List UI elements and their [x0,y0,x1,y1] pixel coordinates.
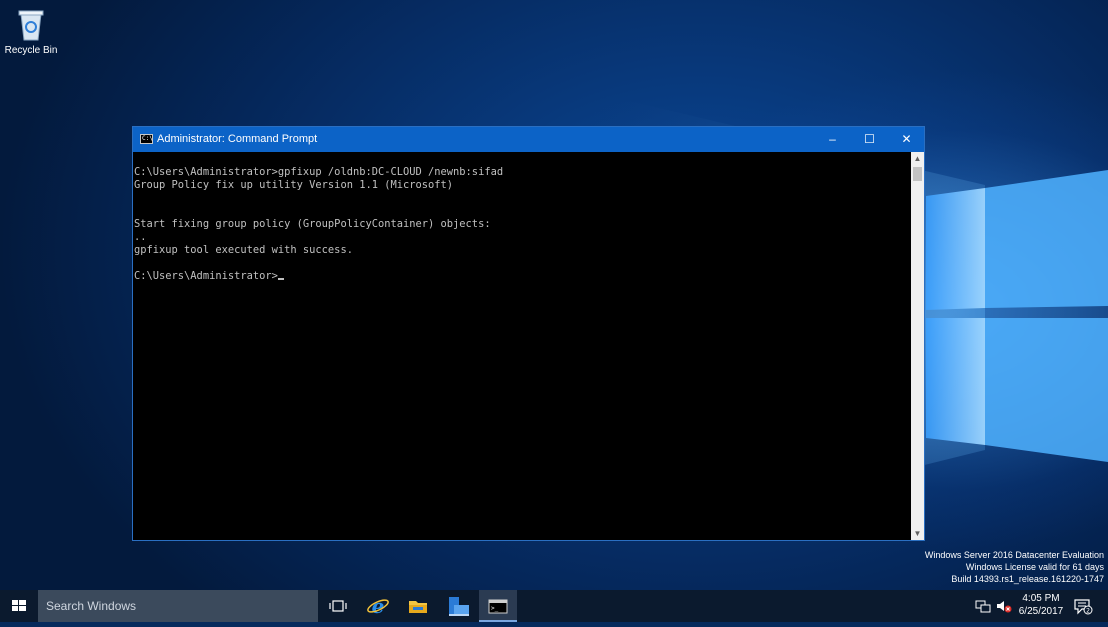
vertical-scrollbar[interactable]: ▲ ▼ [911,152,924,540]
console-output[interactable]: C:\Users\Administrator>gpfixup /oldnb:DC… [133,152,913,540]
start-button[interactable] [0,590,38,622]
volume-muted-icon[interactable] [996,599,1012,613]
taskbar-file-explorer[interactable] [399,590,437,622]
minimize-button[interactable]: – [814,127,851,152]
network-icon[interactable] [975,599,991,613]
taskbar-command-prompt[interactable]: >_ [479,590,517,622]
text-cursor [277,278,284,280]
task-view-button[interactable] [319,590,357,622]
maximize-button[interactable]: ☐ [851,127,888,152]
console-prompt-line[interactable]: C:\Users\Administrator> [134,270,913,283]
desktop-icon-recycle-bin[interactable]: Recycle Bin [4,6,58,56]
console-line: .. [134,231,147,243]
windows-start-icon [12,600,26,611]
task-view-icon [329,600,347,612]
watermark-line: Build 14393.rs1_release.161220-1747 [951,574,1104,584]
command-prompt-window[interactable]: C:\ Administrator: Command Prompt – ☐ ✕ … [132,126,925,541]
console-line: Start fixing group policy (GroupPolicyCo… [134,218,491,230]
recycle-bin-icon [16,6,46,42]
svg-text:>_: >_ [491,605,499,612]
svg-text:2: 2 [1086,608,1090,615]
watermark-line: Windows License valid for 61 days [965,562,1104,572]
taskbar-internet-explorer[interactable]: e [359,590,397,622]
taskbar-server-manager[interactable] [439,590,477,622]
watermark-line: Windows Server 2016 Datacenter Evaluatio… [924,550,1104,560]
license-watermark: Windows Server 2016 Datacenter Evaluatio… [925,549,1104,585]
command-prompt-icon: >_ [488,599,508,614]
clock-date: 6/25/2017 [1018,606,1064,617]
svg-text:e: e [372,594,385,618]
scroll-up-arrow-icon[interactable]: ▲ [911,152,924,165]
server-manager-icon [449,597,469,616]
scroll-down-arrow-icon[interactable]: ▼ [911,527,924,540]
internet-explorer-icon: e [367,594,389,618]
clock-time: 4:05 PM [1022,593,1060,604]
clock[interactable]: 4:05 PM 6/25/2017 [1016,592,1066,618]
close-button[interactable]: ✕ [888,127,925,152]
console-prompt: C:\Users\Administrator> [134,270,278,282]
notification-center-icon[interactable]: 2 [1073,598,1093,615]
window-titlebar[interactable]: C:\ Administrator: Command Prompt – ☐ ✕ [133,127,924,152]
console-line: gpfixup tool executed with success. [134,244,353,256]
command-prompt-icon[interactable]: C:\ [140,134,153,144]
console-line: C:\Users\Administrator>gpfixup /oldnb:DC… [134,166,504,178]
search-box[interactable]: Search Windows [38,590,318,622]
desktop: Recycle Bin Windows Server 2016 Datacent… [0,0,1108,590]
recycle-bin-label: Recycle Bin [4,45,58,56]
scrollbar-thumb[interactable] [913,167,922,181]
taskbar: Search Windows e >_ 4:05 PM 6/25/2017 2 [0,590,1108,622]
window-title: Administrator: Command Prompt [157,133,318,145]
file-explorer-icon [409,601,427,613]
console-line: Group Policy fix up utility Version 1.1 … [134,179,454,191]
